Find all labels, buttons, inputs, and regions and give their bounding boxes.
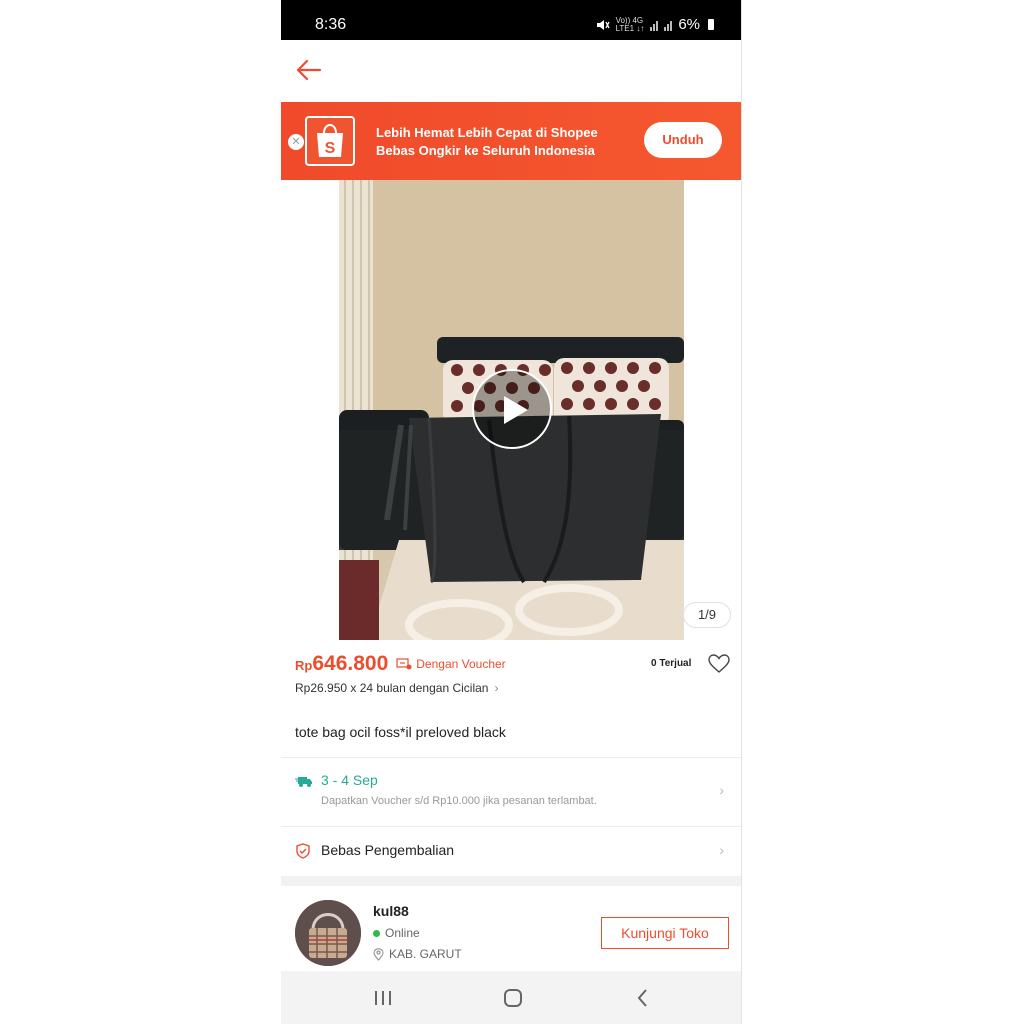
price-row: Rp 646.800 Dengan Voucher <box>295 652 506 676</box>
battery-icon <box>708 19 714 30</box>
location-pin-icon <box>373 947 384 961</box>
chevron-left-icon <box>637 989 647 1007</box>
recent-apps-icon <box>375 991 391 1005</box>
truck-icon <box>295 777 312 787</box>
shipping-note: Dapatkan Voucher s/d Rp10.000 jika pesan… <box>321 795 597 807</box>
signal-2-icon <box>664 19 673 31</box>
system-nav-bar <box>281 971 741 1024</box>
home-icon <box>504 989 522 1007</box>
battery-percent: 6% <box>678 16 700 33</box>
play-icon <box>504 396 528 424</box>
logo-letter: S <box>325 140 336 157</box>
shipping-date: 3 - 4 Sep <box>321 772 378 788</box>
shipping-row[interactable]: 3 - 4 Sep Dapatkan Voucher s/d Rp10.000 … <box>281 758 741 826</box>
online-dot-icon <box>373 929 380 937</box>
installment-link[interactable]: Rp26.950 x 24 bulan dengan Cicilan › <box>295 681 498 695</box>
shop-info: kul88 Online KAB. GARUT Kunjungi Toko <box>281 886 741 971</box>
voucher-tag: Dengan Voucher <box>396 657 506 671</box>
phone-screen: 8:36 Vo)) 4G LTE1 ↓↑ 6% ✕ S Lebih Hemat L… <box>281 0 742 1024</box>
app-download-banner: ✕ S Lebih Hemat Lebih Cepat di Shopee Be… <box>281 102 741 180</box>
shopee-logo: S <box>305 116 355 166</box>
heart-icon <box>708 654 730 673</box>
free-returns-row[interactable]: Bebas Pengembalian › <box>281 827 741 875</box>
status-time: 8:36 <box>315 16 347 33</box>
shop-name: kul88 <box>373 903 409 919</box>
network-label: Vo)) 4G LTE1 ↓↑ <box>615 16 645 33</box>
voucher-label: Dengan Voucher <box>416 657 506 671</box>
free-returns-label: Bebas Pengembalian <box>321 842 455 858</box>
close-icon[interactable]: ✕ <box>288 134 304 150</box>
status-icons: Vo)) 4G LTE1 ↓↑ 6% <box>596 16 714 33</box>
play-video-button[interactable] <box>472 369 552 449</box>
sold-count: 0 Terjual <box>651 658 692 669</box>
price-value: 646.800 <box>312 652 389 675</box>
installment-text: Rp26.950 x 24 bulan dengan Cicilan <box>295 681 489 695</box>
signal-icon <box>650 19 659 31</box>
recent-apps-button[interactable] <box>371 987 395 1009</box>
arrow-left-icon <box>296 59 322 81</box>
network-bottom: LTE1 ↓↑ <box>615 23 645 33</box>
mute-icon <box>596 19 610 30</box>
visit-shop-button[interactable]: Kunjungi Toko <box>601 917 729 949</box>
chevron-right-icon: › <box>494 681 499 695</box>
product-title: tote bag ocil foss*il preloved black <box>295 724 506 740</box>
shop-location: KAB. GARUT <box>373 947 462 961</box>
image-counter: 1/9 <box>683 602 731 628</box>
chevron-right-icon: › <box>719 782 724 798</box>
download-button[interactable]: Unduh <box>644 122 722 158</box>
shop-status-label: Online <box>385 926 420 940</box>
shop-avatar[interactable] <box>295 900 361 966</box>
home-button[interactable] <box>501 987 525 1009</box>
price-currency: Rp <box>295 658 313 673</box>
chevron-right-icon: › <box>719 842 724 858</box>
banner-text: Lebih Hemat Lebih Cepat di Shopee Bebas … <box>376 124 598 160</box>
voucher-icon <box>396 658 412 670</box>
system-back-button[interactable] <box>631 987 655 1009</box>
banner-line-1: Lebih Hemat Lebih Cepat di Shopee <box>376 125 598 140</box>
status-bar: 8:36 Vo)) 4G LTE1 ↓↑ 6% <box>281 0 741 40</box>
banner-line-2: Bebas Ongkir ke Seluruh Indonesia <box>376 143 595 158</box>
favorite-button[interactable] <box>708 654 730 674</box>
back-button[interactable] <box>293 54 325 86</box>
shop-location-label: KAB. GARUT <box>389 947 462 961</box>
shop-status: Online <box>373 926 420 940</box>
section-separator <box>281 876 741 886</box>
shield-icon <box>296 843 310 859</box>
